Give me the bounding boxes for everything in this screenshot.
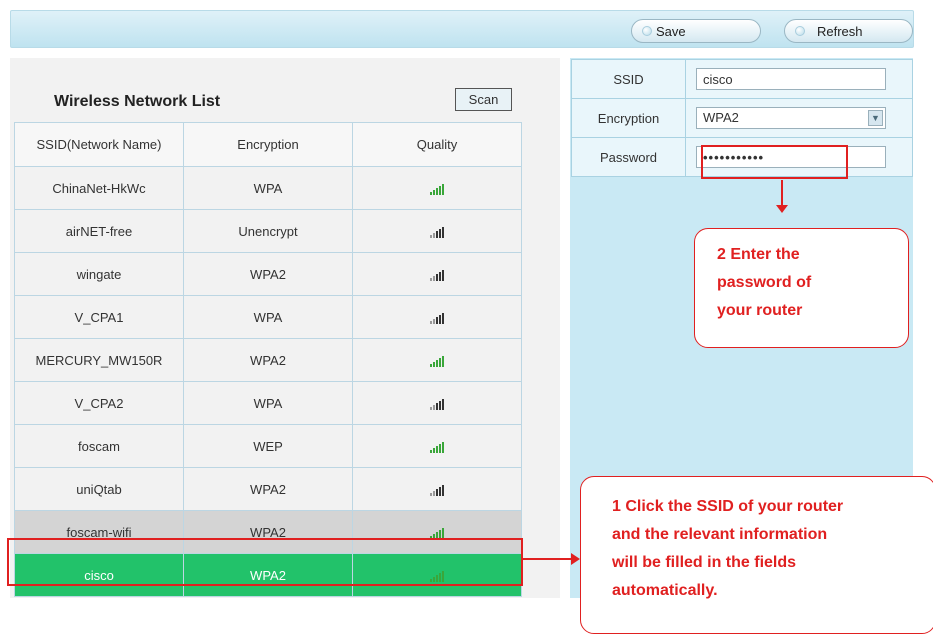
encryption-cell: WEP	[183, 424, 353, 468]
table-row[interactable]: foscam WEP	[14, 424, 522, 468]
quality-cell	[352, 381, 522, 425]
callout-step-1-line: will be filled in the fields	[612, 554, 797, 571]
signal-strong-icon	[430, 355, 444, 367]
callout-step-2: 2 Enter the password of your router	[694, 228, 909, 348]
table-header-row: SSID(Network Name) Encryption Quality	[14, 122, 522, 167]
selected-row-highlight-box	[7, 538, 523, 586]
table-row[interactable]: MERCURY_MW150R WPA2	[14, 338, 522, 382]
signal-strong-icon	[430, 441, 444, 453]
refresh-button[interactable]: Refresh	[784, 19, 913, 43]
top-toolbar: Save Refresh	[10, 10, 914, 48]
quality-cell	[352, 166, 522, 210]
signal-strong-icon	[430, 527, 444, 539]
signal-strong-icon	[430, 183, 444, 195]
table-row[interactable]: airNET-free Unencrypt	[14, 209, 522, 253]
callout-step-1-line: automatically.	[612, 582, 718, 599]
save-button-icon	[642, 26, 652, 36]
ssid-cell[interactable]: V_CPA1	[14, 295, 184, 339]
encryption-select-value: WPA2	[703, 110, 739, 125]
table-row[interactable]: V_CPA2 WPA	[14, 381, 522, 425]
callout-step-2-line: password of	[717, 274, 812, 291]
ssid-cell[interactable]: uniQtab	[14, 467, 184, 511]
quality-cell	[352, 424, 522, 468]
signal-medium-icon	[430, 484, 444, 496]
quality-cell	[352, 467, 522, 511]
quality-cell	[352, 252, 522, 296]
save-button[interactable]: Save	[631, 19, 761, 43]
password-highlight-box	[701, 145, 848, 179]
encryption-cell: Unencrypt	[183, 209, 353, 253]
table-row[interactable]: uniQtab WPA2	[14, 467, 522, 511]
refresh-button-label: Refresh	[817, 23, 863, 39]
quality-cell	[352, 295, 522, 339]
quality-cell	[352, 338, 522, 382]
save-button-label: Save	[656, 23, 686, 39]
row-arrow-line	[523, 558, 573, 560]
encryption-cell: WPA2	[183, 467, 353, 511]
wireless-list-title: Wireless Network List	[54, 93, 221, 110]
encryption-label: Encryption	[571, 98, 686, 138]
ssid-cell[interactable]: foscam	[14, 424, 184, 468]
arrow-right-icon	[571, 553, 580, 565]
ssid-cell[interactable]: V_CPA2	[14, 381, 184, 425]
encryption-select[interactable]: WPA2 ▼	[696, 107, 886, 129]
encryption-cell: WPA	[183, 295, 353, 339]
ssid-cell[interactable]: wingate	[14, 252, 184, 296]
ssid-cell[interactable]: airNET-free	[14, 209, 184, 253]
callout-step-2-line: 2 Enter the	[717, 246, 800, 263]
encryption-cell: WPA2	[183, 338, 353, 382]
signal-medium-icon	[430, 398, 444, 410]
column-header-ssid: SSID(Network Name)	[14, 122, 184, 167]
ssid-label: SSID	[571, 59, 686, 99]
table-row[interactable]: wingate WPA2	[14, 252, 522, 296]
encryption-cell: WPA2	[183, 252, 353, 296]
signal-medium-icon	[430, 312, 444, 324]
password-label: Password	[571, 137, 686, 177]
ssid-cell[interactable]: MERCURY_MW150R	[14, 338, 184, 382]
table-row[interactable]: ChinaNet-HkWc WPA	[14, 166, 522, 210]
ssid-input[interactable]	[696, 68, 886, 90]
signal-medium-icon	[430, 269, 444, 281]
encryption-row: Encryption WPA2 ▼	[571, 98, 913, 138]
chevron-down-icon[interactable]: ▼	[868, 110, 883, 126]
password-arrow-line	[781, 180, 783, 207]
signal-medium-icon	[430, 226, 444, 238]
ssid-cell[interactable]: ChinaNet-HkWc	[14, 166, 184, 210]
callout-step-1-line: 1 Click the SSID of your router	[612, 498, 844, 515]
column-header-quality: Quality	[352, 122, 522, 167]
ssid-row: SSID	[571, 59, 913, 99]
encryption-cell: WPA	[183, 381, 353, 425]
scan-button[interactable]: Scan	[455, 88, 512, 111]
column-header-encryption: Encryption	[183, 122, 353, 167]
table-row[interactable]: V_CPA1 WPA	[14, 295, 522, 339]
encryption-cell: WPA	[183, 166, 353, 210]
wireless-network-table: SSID(Network Name) Encryption Quality Ch…	[14, 122, 522, 597]
callout-step-1: 1 Click the SSID of your router and the …	[580, 476, 933, 634]
callout-step-2-line: your router	[717, 302, 803, 319]
callout-step-1-line: and the relevant information	[612, 526, 828, 543]
refresh-button-icon	[795, 26, 805, 36]
quality-cell	[352, 209, 522, 253]
arrow-down-icon	[776, 205, 788, 213]
